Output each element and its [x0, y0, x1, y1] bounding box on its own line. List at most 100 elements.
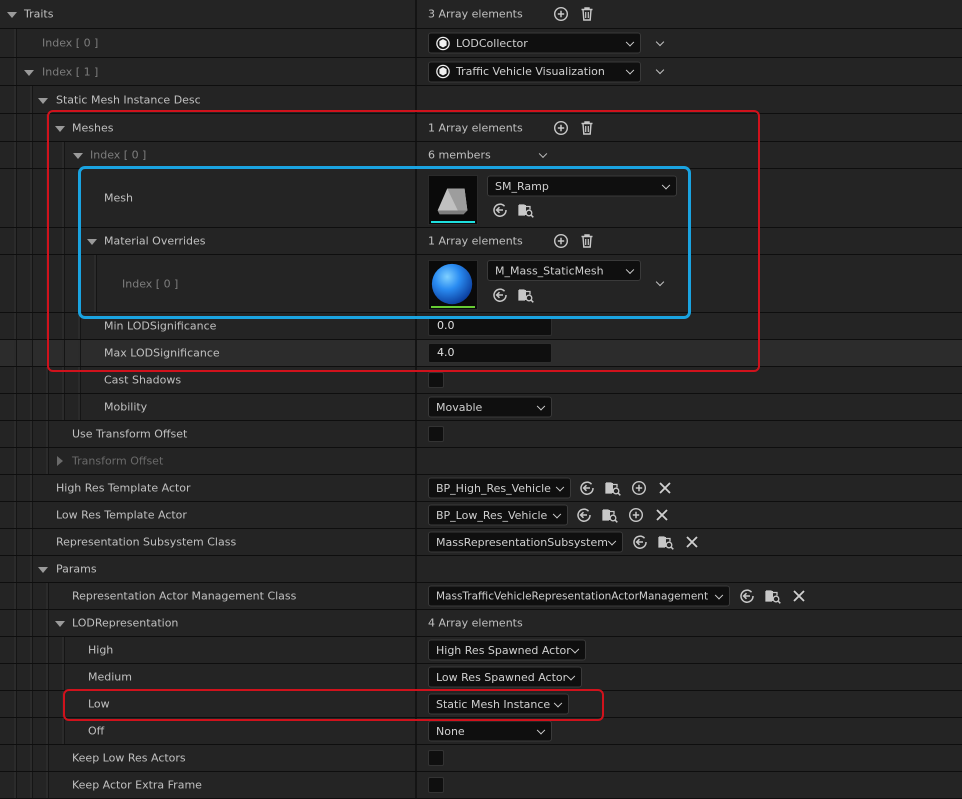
meshes-index-0-label: Index [ 0 ]	[90, 148, 147, 162]
mesh-label: Mesh	[104, 191, 133, 205]
add-element-icon[interactable]	[553, 6, 569, 22]
chevron-down-icon	[607, 536, 617, 546]
traits-index-1-row: Index [ 1 ] Traffic Vehicle Visualizatio…	[0, 58, 962, 86]
mobility-combo[interactable]: Movable	[428, 396, 552, 418]
params-label: Params	[56, 562, 97, 576]
collapse-arrow-icon[interactable]	[38, 97, 48, 104]
use-transform-offset-checkbox[interactable]	[428, 426, 444, 442]
asset-type-bar	[431, 221, 475, 223]
lod-medium-row: Medium Low Res Spawned Actor	[0, 664, 962, 691]
traits-label: Traits	[24, 7, 54, 21]
browse-asset-icon[interactable]	[658, 534, 674, 550]
use-selected-icon[interactable]	[492, 202, 508, 218]
transform-offset-label: Transform Offset	[72, 454, 164, 468]
transform-offset-row: Transform Offset	[0, 448, 962, 475]
browse-asset-icon[interactable]	[605, 480, 621, 496]
chevron-down-icon	[661, 180, 671, 190]
clear-icon[interactable]	[684, 534, 700, 550]
rep-subsystem-combo[interactable]: MassRepresentationSubsystem	[428, 531, 623, 553]
delete-icon[interactable]	[579, 233, 595, 249]
lod-high-combo[interactable]: High Res Spawned Actor	[428, 639, 586, 661]
use-selected-icon[interactable]	[632, 534, 648, 550]
lod-low-combo[interactable]: Static Mesh Instance	[428, 693, 569, 715]
lod-low-row: Low Static Mesh Instance	[0, 691, 962, 718]
clear-icon[interactable]	[657, 480, 673, 496]
chevron-down-icon	[625, 265, 635, 274]
traits-index-1-label: Index [ 1 ]	[42, 65, 99, 78]
meshes-label: Meshes	[72, 121, 114, 134]
lod-off-combo[interactable]: None	[428, 720, 552, 742]
add-element-icon[interactable]	[553, 120, 569, 136]
min-lod-label: Min LODSignificance	[104, 319, 217, 333]
mesh-thumbnail[interactable]	[428, 175, 478, 225]
use-transform-offset-label: Use Transform Offset	[72, 427, 188, 441]
clear-icon[interactable]	[791, 588, 807, 604]
use-selected-icon[interactable]	[492, 287, 508, 303]
mobility-row: Mobility Movable	[0, 394, 962, 421]
keep-actor-extra-frame-checkbox[interactable]	[428, 777, 444, 793]
browse-asset-icon[interactable]	[602, 507, 618, 523]
collapse-arrow-icon[interactable]	[87, 239, 97, 245]
material-overrides-label: Material Overrides	[104, 234, 206, 248]
add-element-icon[interactable]	[553, 233, 569, 249]
expand-arrow-icon[interactable]	[57, 456, 63, 466]
traits-count: 3 Array elements	[428, 7, 523, 21]
min-lod-input[interactable]: 0.0	[428, 316, 552, 336]
lod-medium-combo[interactable]: Low Res Spawned Actor	[428, 666, 582, 688]
delete-icon[interactable]	[579, 120, 595, 136]
max-lod-input[interactable]: 4.0	[428, 343, 552, 363]
rep-subsystem-row: Representation Subsystem Class MassRepre…	[0, 529, 962, 556]
delete-icon[interactable]	[579, 6, 595, 22]
add-icon[interactable]	[628, 507, 644, 523]
material-overrides-row: Material Overrides 1 Array elements	[0, 228, 962, 255]
lod-off-row: Off None	[0, 718, 962, 745]
high-res-template-row: High Res Template Actor BP_High_Res_Vehi…	[0, 475, 962, 502]
browse-asset-icon[interactable]	[518, 287, 534, 303]
lod-high-label: High	[88, 643, 114, 657]
lod-high-row: High High Res Spawned Actor	[0, 637, 962, 664]
keep-actor-extra-frame-row: Keep Actor Extra Frame	[0, 772, 962, 799]
keep-low-res-actors-checkbox[interactable]	[428, 750, 444, 766]
low-res-template-combo[interactable]: BP_Low_Res_Vehicle	[428, 504, 568, 526]
add-icon[interactable]	[631, 480, 647, 496]
clear-icon[interactable]	[654, 507, 670, 523]
keep-actor-extra-frame-label: Keep Actor Extra Frame	[72, 778, 202, 792]
members-dropdown[interactable]: 6 members	[428, 145, 548, 165]
lod-medium-label: Medium	[88, 670, 132, 684]
chevron-down-icon	[570, 644, 580, 654]
browse-asset-icon[interactable]	[518, 202, 534, 218]
cast-shadows-label: Cast Shadows	[104, 373, 182, 387]
collapse-arrow-icon[interactable]	[7, 12, 17, 18]
collapse-arrow-icon[interactable]	[55, 621, 65, 627]
chevron-down-icon	[538, 149, 548, 159]
material-thumbnail[interactable]	[428, 260, 478, 310]
mesh-asset-combo[interactable]: SM_Ramp	[487, 175, 677, 197]
chevron-down-icon	[555, 482, 565, 492]
chevron-down-icon	[714, 590, 724, 600]
trait-select-combo[interactable]: LODCollector	[428, 32, 641, 54]
collapse-arrow-icon[interactable]	[38, 567, 48, 573]
mesh-row: Mesh SM_Ramp	[0, 169, 962, 228]
use-selected-icon[interactable]	[579, 480, 595, 496]
collapse-arrow-icon[interactable]	[55, 125, 65, 132]
material-asset-combo[interactable]: M_Mass_StaticMesh	[487, 260, 641, 281]
high-res-template-combo[interactable]: BP_High_Res_Vehicle	[428, 477, 571, 499]
trait-select-combo[interactable]: Traffic Vehicle Visualization	[428, 61, 641, 82]
rep-subsystem-label: Representation Subsystem Class	[56, 535, 237, 549]
use-selected-icon[interactable]	[576, 507, 592, 523]
chevron-down-icon	[625, 66, 635, 75]
browse-asset-icon[interactable]	[765, 588, 781, 604]
max-lod-row: Max LODSignificance 4.0	[0, 340, 962, 367]
meshes-count: 1 Array elements	[428, 121, 523, 134]
cast-shadows-checkbox[interactable]	[428, 372, 444, 388]
params-row: Params	[0, 556, 962, 583]
collapse-arrow-icon[interactable]	[24, 69, 34, 76]
static-mesh-instance-desc-label: Static Mesh Instance Desc	[56, 93, 201, 106]
mobility-label: Mobility	[104, 400, 148, 414]
static-mesh-instance-desc-row: Static Mesh Instance Desc	[0, 86, 962, 114]
use-selected-icon[interactable]	[739, 588, 755, 604]
max-lod-label: Max LODSignificance	[104, 346, 220, 360]
collapse-arrow-icon[interactable]	[73, 153, 83, 159]
rep-actor-mgmt-combo[interactable]: MassTrafficVehicleRepresentationActorMan…	[428, 585, 730, 607]
lod-off-label: Off	[88, 724, 105, 738]
